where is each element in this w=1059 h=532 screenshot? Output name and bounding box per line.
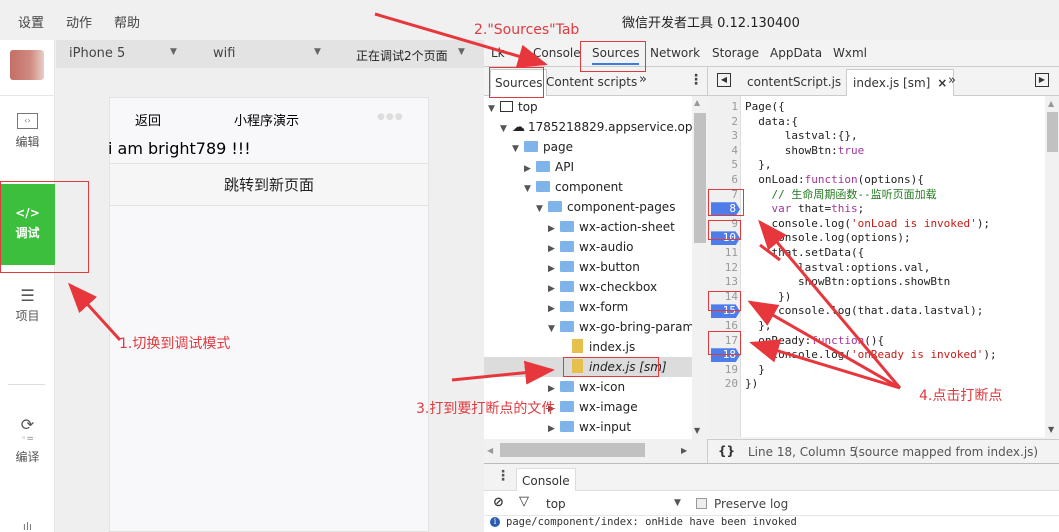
arrow-step4-a: [758, 219, 902, 389]
annotation-step2: 2."Sources"Tab: [474, 22, 580, 38]
arrow-step1: [67, 282, 122, 342]
wechat-devtools-window: 设置 动作 帮助 微信开发者工具 0.12.130400 ‹› 编辑 </> 调…: [0, 0, 1059, 532]
annotation-step3: 3.打到要打断点的文件: [416, 401, 556, 417]
annotation-arrows: [67, 12, 902, 390]
arrow-step3: [451, 360, 555, 385]
annotation-step4: 4.点击打断点: [919, 388, 1003, 404]
arrow-step4-b: [747, 300, 901, 390]
arrow-step4-d: [759, 243, 781, 262]
arrow-step4-c: [749, 339, 901, 390]
annotation-step1: 1.切换到调试模式: [119, 336, 231, 352]
